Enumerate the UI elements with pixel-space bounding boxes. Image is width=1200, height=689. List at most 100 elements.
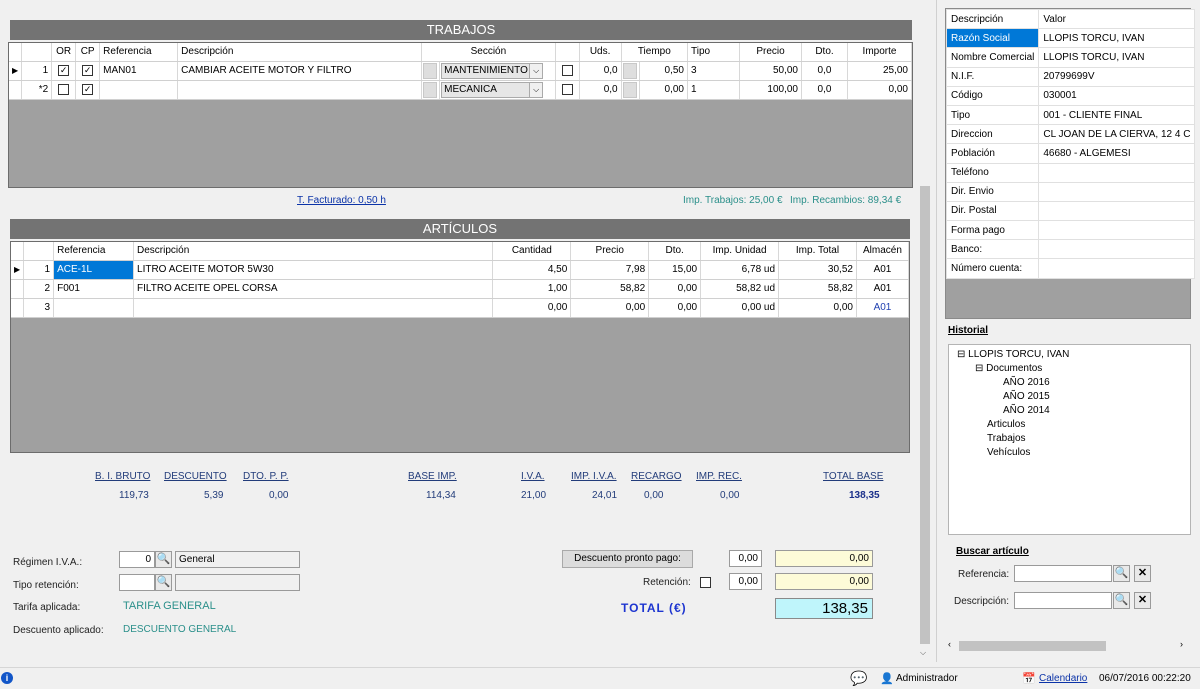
referencia-cell[interactable]: ACE-1L [53, 260, 135, 280]
col-tipo[interactable]: Tipo [687, 43, 740, 62]
dto-cell[interactable]: 0,00 [648, 298, 702, 318]
dto-cell[interactable]: 15,00 [648, 260, 702, 280]
retencion-pct-input[interactable]: 0,00 [729, 573, 762, 590]
tree-node-documentos[interactable]: ⊟ Documentos [957, 362, 1190, 376]
regimen-code-input[interactable]: 0 [119, 551, 155, 568]
client-info-grid[interactable]: Descripción Valor Razón Social LLOPIS TORC… [945, 8, 1196, 319]
col-seccion[interactable]: Sección [421, 43, 556, 62]
tipo-cell[interactable]: 1 [687, 80, 740, 100]
client-row[interactable]: Población 46680 - ALGEMESI [945, 143, 1196, 164]
col-precio[interactable]: Precio [739, 43, 802, 62]
precio-cell[interactable]: 0,00 [570, 298, 650, 318]
seccion-search-button[interactable] [421, 80, 441, 100]
cantidad-cell[interactable]: 4,50 [492, 260, 572, 280]
collapse-icon[interactable]: ⊟ [975, 363, 983, 374]
almacen-cell[interactable]: A01 [856, 260, 909, 280]
table-row[interactable]: ▶ 1 ACE-1L LITRO ACEITE MOTOR 5W30 4,50 … [11, 260, 909, 280]
imp-total-cell[interactable]: 0,00 [778, 298, 857, 318]
client-row[interactable]: Código 030001 [945, 85, 1196, 106]
precio-cell[interactable]: 50,00 [739, 61, 802, 81]
collapse-icon[interactable]: ⊟ [957, 349, 965, 360]
or-checkbox[interactable]: ✓ [51, 61, 77, 81]
uds-cell[interactable]: 0,0 [579, 80, 622, 100]
col-uds[interactable]: Uds. [579, 43, 622, 62]
seccion-select[interactable]: MECANICA ⌵ [439, 80, 556, 100]
tree-node-year[interactable]: AÑO 2016 [957, 376, 1190, 390]
imp-total-cell[interactable]: 30,52 [778, 260, 857, 280]
tiempo-facturado-link[interactable]: T. Facturado: 0,50 h [297, 195, 386, 206]
client-row[interactable]: Teléfono [945, 162, 1196, 183]
importe-cell[interactable]: 0,00 [847, 80, 912, 100]
client-row[interactable]: Número cuenta: [945, 258, 1196, 279]
almacen-cell[interactable]: A01 [856, 298, 909, 318]
descripcion-cell[interactable]: FILTRO ACEITE OPEL CORSA [133, 279, 494, 299]
descripcion-cell[interactable]: LITRO ACEITE MOTOR 5W30 [133, 260, 494, 280]
calendario-link[interactable]: Calendario [1039, 673, 1087, 684]
precio-cell[interactable]: 7,98 [570, 260, 650, 280]
col-referencia[interactable]: Referencia [99, 43, 179, 62]
search-icon[interactable]: 🔍 [155, 574, 172, 591]
table-row[interactable]: 3 0,00 0,00 0,00 0,00 ud 0,00 A01 [11, 298, 909, 318]
main-scrollbar[interactable]: ⌵ [918, 0, 932, 662]
col-descripcion[interactable]: Descripción [177, 43, 423, 62]
clear-icon[interactable]: ✕ [1134, 592, 1151, 609]
articulos-grid[interactable]: Referencia Descripción Cantidad Precio D… [10, 241, 910, 453]
table-row[interactable]: ▶ 1 ✓ ✓ MAN01 CAMBIAR ACEITE MOTOR Y FIL… [9, 61, 912, 81]
tree-node-trabajos[interactable]: Trabajos [957, 432, 1190, 446]
client-row[interactable]: Forma pago [945, 220, 1196, 241]
cantidad-cell[interactable]: 0,00 [492, 298, 572, 318]
seccion-search-button[interactable] [421, 61, 441, 81]
chevron-right-icon[interactable]: › [1180, 639, 1183, 649]
descripcion-cell[interactable]: CAMBIAR ACEITE MOTOR Y FILTRO [177, 61, 423, 81]
uds-cell[interactable]: 0,0 [579, 61, 622, 81]
retencion-checkbox[interactable] [700, 577, 711, 588]
tipo-retencion-input[interactable] [119, 574, 155, 591]
col-cp[interactable]: CP [75, 43, 101, 62]
client-row[interactable]: Nombre Comercial LLOPIS TORCU, IVAN [945, 47, 1196, 68]
search-icon[interactable]: 🔍 [1113, 565, 1130, 582]
col-imp-total[interactable]: Imp. Total [778, 242, 857, 261]
referencia-cell[interactable]: F001 [53, 279, 135, 299]
tree-node-year[interactable]: AÑO 2014 [957, 404, 1190, 418]
col-dto[interactable]: Dto. [801, 43, 848, 62]
client-row[interactable]: Direccion CL JOAN DE LA CIERVA, 12 4 C [945, 124, 1196, 145]
imp-total-cell[interactable]: 58,82 [778, 279, 857, 299]
tiempo-cell[interactable]: 0,00 [639, 80, 689, 100]
col-or[interactable]: OR [51, 43, 77, 62]
info-icon[interactable]: i [1, 672, 13, 684]
client-row[interactable]: Razón Social LLOPIS TORCU, IVAN [945, 28, 1196, 49]
imp-unidad-cell[interactable]: 0,00 ud [700, 298, 780, 318]
client-row[interactable]: Dir. Envio [945, 181, 1196, 202]
referencia-cell[interactable] [53, 298, 135, 318]
client-row[interactable]: Tipo 001 - CLIENTE FINAL [945, 104, 1196, 126]
referencia-cell[interactable] [99, 80, 179, 100]
row-checkbox[interactable] [555, 61, 580, 81]
descripcion-cell[interactable] [177, 80, 423, 100]
tiempo-button[interactable] [621, 61, 640, 81]
col-valor[interactable]: Valor [1038, 8, 1196, 30]
dto-cell[interactable]: 0,0 [801, 80, 848, 100]
right-hscrollbar[interactable]: ‹ › [945, 639, 1191, 653]
tiempo-button[interactable] [621, 80, 640, 100]
tiempo-cell[interactable]: 0,50 [639, 61, 689, 81]
col-cantidad[interactable]: Cantidad [492, 242, 572, 261]
user-name[interactable]: Administrador [896, 673, 958, 684]
cantidad-cell[interactable]: 1,00 [492, 279, 572, 299]
col-dto[interactable]: Dto. [648, 242, 702, 261]
cp-checkbox[interactable]: ✓ [75, 61, 101, 81]
almacen-cell[interactable]: A01 [856, 279, 909, 299]
imp-unidad-cell[interactable]: 58,82 ud [700, 279, 780, 299]
col-descripcion[interactable]: Descripción [945, 8, 1040, 30]
chat-icon[interactable]: 💬 [850, 670, 867, 687]
cp-checkbox[interactable]: ✓ [75, 80, 101, 100]
buscar-descripcion-input[interactable] [1014, 592, 1112, 609]
or-checkbox[interactable] [51, 80, 77, 100]
buscar-referencia-input[interactable] [1014, 565, 1112, 582]
dto-cell[interactable]: 0,0 [801, 61, 848, 81]
table-row[interactable]: *2 ✓ MECANICA ⌵ 0,0 0,00 1 100,00 0,0 0,0… [9, 80, 912, 100]
client-row[interactable]: Banco: [945, 239, 1196, 260]
pronto-pago-button[interactable]: Descuento pronto pago: [562, 550, 693, 568]
historial-tree[interactable]: ⊟ LLOPIS TORCU, IVAN ⊟ Documentos AÑO 20… [948, 344, 1191, 535]
col-importe[interactable]: Importe [847, 43, 912, 62]
col-referencia[interactable]: Referencia [53, 242, 135, 261]
